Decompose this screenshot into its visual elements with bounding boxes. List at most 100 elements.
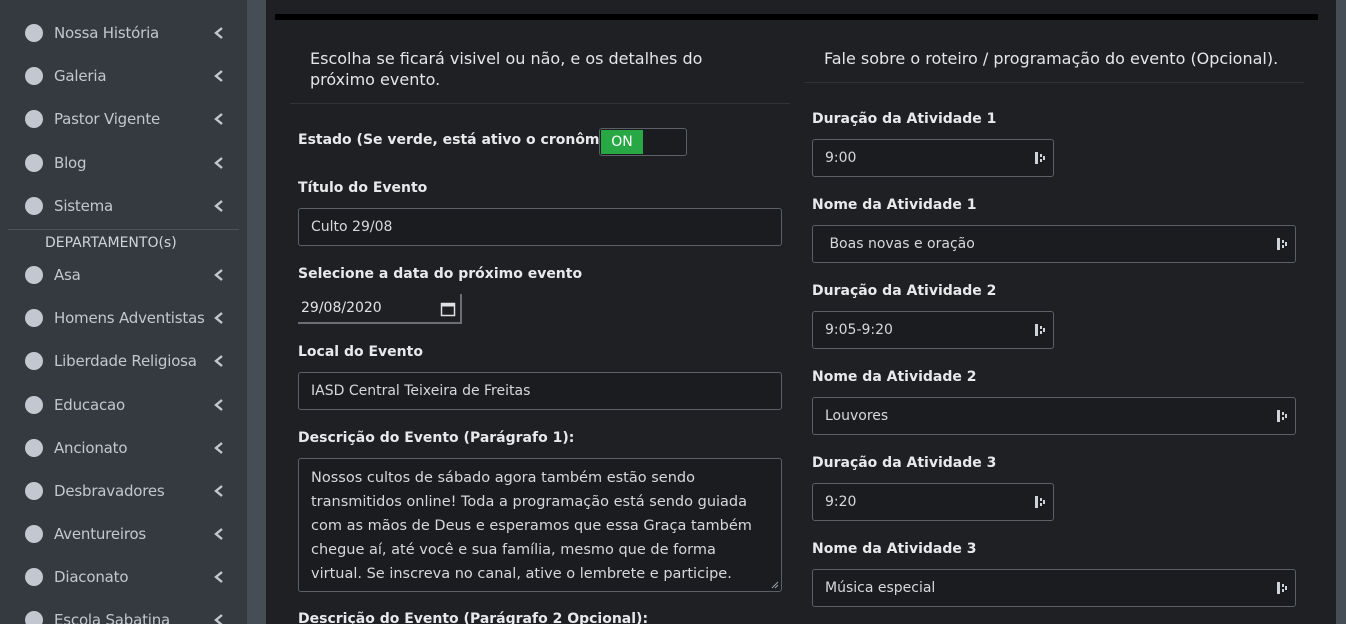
chevron-left-icon [214, 442, 223, 454]
chevron-left-icon [214, 312, 223, 324]
sidebar-item-label: Galeria [54, 67, 107, 85]
status-toggle[interactable]: ON [599, 128, 687, 156]
sidebar-item-label: Escola Sabatina [54, 611, 171, 624]
chevron-left-icon [214, 27, 223, 39]
activity-3-duration-input[interactable]: 9:20 [812, 483, 1054, 521]
date-label: Selecione a data do próximo evento [298, 266, 583, 282]
circle-icon [25, 525, 43, 543]
password-manager-icon[interactable] [1277, 409, 1287, 423]
sidebar-item-label: Asa [54, 266, 81, 284]
chevron-left-icon [214, 269, 223, 281]
sidebar-item-label: Sistema [54, 197, 114, 215]
activity-3-name-value: Música especial [825, 580, 936, 596]
circle-icon [25, 197, 43, 215]
right-column-heading: Fale sobre o roteiro / programação do ev… [824, 49, 1279, 68]
chevron-left-icon [214, 528, 223, 540]
sidebar-item-label: Liberdade Religiosa [54, 352, 197, 370]
password-manager-icon[interactable] [1277, 581, 1287, 595]
sidebar-section-header: DEPARTAMENTO(s) [45, 235, 177, 251]
sidebar-item-blog[interactable]: Blog [0, 143, 247, 183]
sidebar-divider [8, 229, 239, 230]
activity-1-name-label: Nome da Atividade 1 [812, 197, 977, 213]
description-1-label: Descrição do Evento (Parágrafo 1): [298, 430, 575, 446]
circle-icon [25, 24, 43, 42]
location-input-value: IASD Central Teixeira de Freitas [311, 383, 531, 399]
sidebar-item-liberdade-religiosa[interactable]: Liberdade Religiosa [0, 341, 247, 381]
activity-3-duration-value: 9:20 [825, 494, 857, 510]
description-1-value: Nossos cultos de sábado agora também est… [311, 470, 752, 582]
activity-3-name-input[interactable]: Música especial [812, 569, 1296, 607]
sidebar-item-diaconato[interactable]: Diaconato [0, 557, 247, 597]
date-input[interactable]: 29/08/2020 [298, 294, 462, 324]
location-label: Local do Evento [298, 344, 423, 360]
circle-icon [25, 396, 43, 414]
circle-icon [25, 309, 43, 327]
left-column-heading: Escolha se ficará visivel ou não, e os d… [310, 49, 703, 89]
password-manager-icon[interactable] [1277, 237, 1287, 251]
date-input-value: 29/08/2020 [301, 300, 382, 316]
sidebar-item-educacao[interactable]: Educacao [0, 385, 247, 425]
main-content: Escolha se ficará visivel ou não, e os d… [266, 0, 1336, 624]
circle-icon [25, 568, 43, 586]
activity-1-name-input[interactable]: Boas novas e oração [812, 225, 1296, 263]
circle-icon [25, 352, 43, 370]
circle-icon [25, 266, 43, 284]
card-top-bar [275, 14, 1318, 20]
activity-2-name-input[interactable]: Louvores [812, 397, 1296, 435]
sidebar-item-sistema[interactable]: Sistema [0, 186, 247, 226]
description-1-textarea[interactable]: Nossos cultos de sábado agora também est… [298, 458, 782, 592]
chevron-left-icon [214, 399, 223, 411]
location-input[interactable]: IASD Central Teixeira de Freitas [298, 372, 782, 410]
circle-icon [25, 482, 43, 500]
activity-2-name-label: Nome da Atividade 2 [812, 369, 977, 385]
circle-icon [25, 67, 43, 85]
calendar-icon[interactable] [440, 301, 456, 317]
activity-2-name-value: Louvores [825, 408, 889, 424]
chevron-left-icon [214, 113, 223, 125]
resize-handle-icon[interactable] [771, 581, 779, 589]
password-manager-icon[interactable] [1035, 323, 1045, 337]
sidebar-item-label: Pastor Vigente [54, 110, 161, 128]
activity-2-duration-value: 9:05-9:20 [825, 322, 893, 338]
title-input[interactable]: Culto 29/08 [298, 208, 782, 246]
activity-2-duration-input[interactable]: 9:05-9:20 [812, 311, 1054, 349]
sidebar-item-escola-sabatina[interactable]: Escola Sabatina [0, 600, 247, 624]
sidebar-item-label: Aventureiros [54, 525, 147, 543]
circle-icon [25, 110, 43, 128]
sidebar-item-homens-adventistas[interactable]: Homens Adventistas [0, 298, 247, 338]
circle-icon [25, 154, 43, 172]
chevron-left-icon [214, 157, 223, 169]
sidebar-item-aventureiros[interactable]: Aventureiros [0, 514, 247, 554]
sidebar-item-label: Ancionato [54, 439, 128, 457]
activity-1-duration-label: Duração da Atividade 1 [812, 111, 997, 127]
sidebar-item-nossa-historia[interactable]: Nossa História [0, 13, 247, 53]
divider [804, 82, 1304, 83]
sidebar-item-label: Homens Adventistas [54, 309, 205, 327]
circle-icon [25, 439, 43, 457]
chevron-left-icon [214, 200, 223, 212]
password-manager-icon[interactable] [1035, 151, 1045, 165]
activity-1-name-value: Boas novas e oração [825, 236, 975, 252]
sidebar-item-asa[interactable]: Asa [0, 255, 247, 295]
activity-1-duration-input[interactable]: 9:00 [812, 139, 1054, 177]
activity-3-name-label: Nome da Atividade 3 [812, 541, 977, 557]
chevron-left-icon [214, 70, 223, 82]
sidebar-item-label: Desbravadores [54, 482, 165, 500]
activity-3-duration-label: Duração da Atividade 3 [812, 455, 997, 471]
password-manager-icon[interactable] [1035, 495, 1045, 509]
chevron-left-icon [214, 614, 223, 624]
sidebar-item-galeria[interactable]: Galeria [0, 56, 247, 96]
sidebar-item-label: Nossa História [54, 24, 160, 42]
activity-1-duration-value: 9:00 [825, 150, 857, 166]
divider [290, 103, 790, 104]
status-label: Estado (Se verde, está ativo o cronômetr… [298, 132, 639, 148]
chevron-left-icon [214, 571, 223, 583]
description-2-label: Descrição do Evento (Parágrafo 2 Opciona… [298, 611, 649, 624]
sidebar: Nossa História Galeria Pastor Vigente Bl… [0, 0, 247, 624]
sidebar-item-ancionato[interactable]: Ancionato [0, 428, 247, 468]
sidebar-item-label: Diaconato [54, 568, 129, 586]
title-label: Título do Evento [298, 180, 428, 196]
sidebar-item-desbravadores[interactable]: Desbravadores [0, 471, 247, 511]
sidebar-item-pastor-vigente[interactable]: Pastor Vigente [0, 99, 247, 139]
activity-2-duration-label: Duração da Atividade 2 [812, 283, 997, 299]
